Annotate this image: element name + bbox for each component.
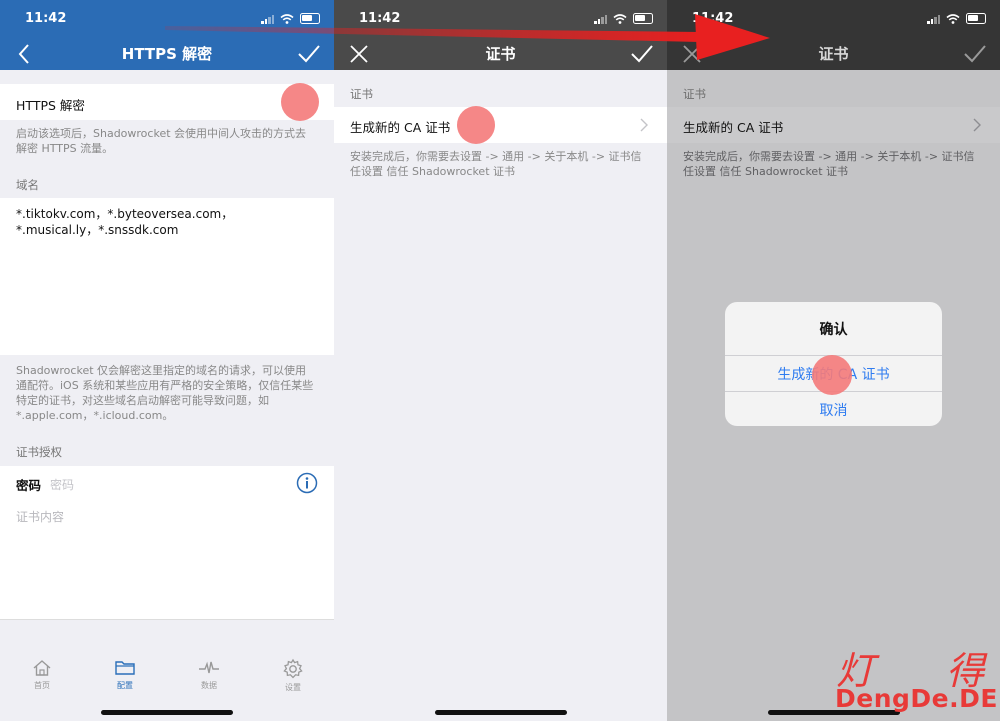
arrow-head	[695, 14, 770, 60]
arrow-shaft	[165, 26, 700, 42]
flow-arrow	[165, 14, 770, 60]
watermark-domain: DengDe.DE	[835, 684, 998, 713]
